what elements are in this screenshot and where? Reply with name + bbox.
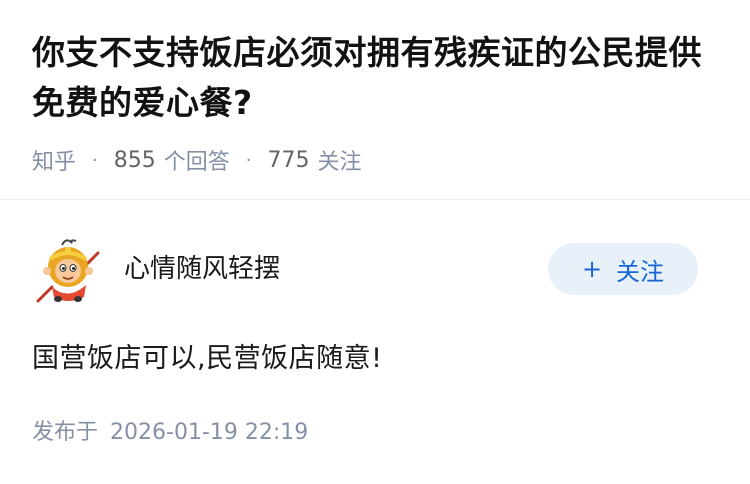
separator-dot: · xyxy=(245,149,252,171)
answer-count-label: 个回答 xyxy=(163,150,230,175)
follow-button[interactable]: + 关注 xyxy=(548,243,698,295)
publish-timestamp: 2026-01-19 22:19 xyxy=(110,420,309,445)
source-label[interactable]: 知乎 xyxy=(32,144,76,176)
follow-button-label: 关注 xyxy=(616,257,665,286)
author-name[interactable]: 心情随风轻摆 xyxy=(124,251,280,287)
monkey-king-avatar-icon[interactable] xyxy=(32,235,104,307)
follower-count-label: 关注 xyxy=(317,150,362,175)
answer-count: 855 xyxy=(113,147,156,173)
publish-time: 发布于 2026-01-19 22:19 xyxy=(32,417,308,449)
question-header: 你支不支持饭店必须对拥有残疾证的公民提供免费的爱心餐? 知乎 · 855 个回答… xyxy=(0,0,750,200)
answer-content[interactable]: 国营饭店可以,民营饭店随意! xyxy=(32,341,382,377)
question-title[interactable]: 你支不支持饭店必须对拥有残疾证的公民提供免费的爱心餐? xyxy=(32,28,722,128)
plus-icon: + xyxy=(581,255,603,283)
follower-count: 775 xyxy=(267,147,310,173)
separator-dot: · xyxy=(92,149,98,171)
answer-card: 心情随风轻摆 + 关注 国营饭店可以,民营饭店随意! 发布于 2026-01-19… xyxy=(0,201,750,484)
question-meta: 知乎 · 855 个回答 · 775 关注 xyxy=(32,144,362,176)
publish-label: 发布于 xyxy=(32,420,99,445)
